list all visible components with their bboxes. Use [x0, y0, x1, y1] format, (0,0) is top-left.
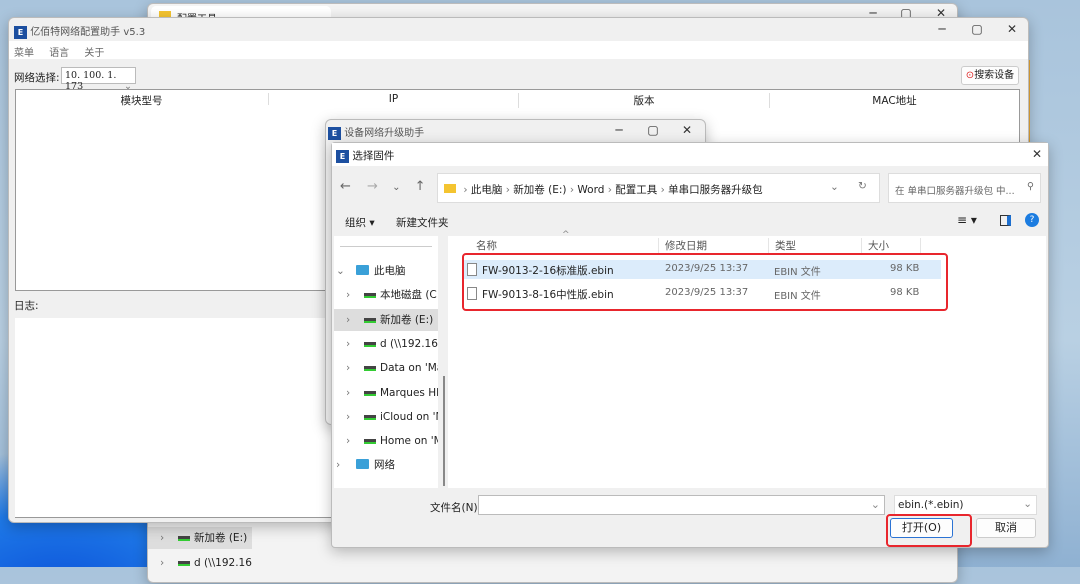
nav-item[interactable]: › 本地磁盘 (C:): [334, 284, 438, 306]
column-header-size[interactable]: 大小: [861, 238, 921, 254]
window-title: 设备网络升级助手: [344, 128, 425, 139]
network-icon: [356, 459, 369, 470]
breadcrumb-item[interactable]: Word: [577, 184, 604, 196]
drive-icon: [364, 390, 376, 396]
menu-item[interactable]: 关于: [84, 48, 104, 59]
nav-item[interactable]: › Marques HD: [334, 382, 438, 404]
log-label: 日志:: [14, 300, 39, 312]
title-bar: E 亿佰特网络配置助手 v5.3: [9, 18, 1028, 41]
drive-icon: [364, 341, 376, 347]
chevron-right-icon[interactable]: ›: [346, 309, 350, 331]
preview-pane-icon[interactable]: [1000, 215, 1011, 226]
bg-nav-item[interactable]: ›d (\\192.168.: [148, 552, 252, 574]
chevron-right-icon[interactable]: ›: [346, 382, 350, 404]
filename-label: 文件名(N):: [430, 502, 482, 514]
computer-icon: [356, 265, 369, 275]
nav-item[interactable]: › 网络: [334, 454, 438, 476]
view-menu-icon[interactable]: ≡ ▾: [957, 213, 977, 227]
drive-icon: [178, 536, 190, 541]
menu-item[interactable]: 菜单: [14, 48, 34, 59]
minimize-button[interactable]: ─: [927, 22, 957, 36]
nav-item[interactable]: › 新加卷 (E:): [334, 308, 438, 331]
column-header[interactable]: IP: [268, 93, 518, 105]
new-folder-button[interactable]: 新建文件夹: [396, 215, 449, 230]
close-button[interactable]: ✕: [672, 123, 702, 137]
column-header[interactable]: MAC地址: [769, 93, 1019, 108]
search-icon: ⚲: [1027, 181, 1034, 192]
minimize-button[interactable]: ─: [604, 123, 634, 137]
chevron-right-icon[interactable]: ›: [346, 333, 350, 355]
network-select[interactable]: 10. 100. 1. 173 ⌄: [61, 67, 136, 92]
highlight-box-open: [886, 514, 972, 547]
menu-bar: 菜单 语言 关于: [9, 41, 1028, 59]
chevron-down-icon[interactable]: ⌄: [830, 181, 839, 193]
bg-nav-pane: ›新加卷 (E:) ›d (\\192.168.: [148, 524, 266, 584]
help-icon[interactable]: ?: [1025, 213, 1039, 227]
nav-item[interactable]: ⌄ 此电脑: [334, 260, 438, 282]
close-button[interactable]: ✕: [1022, 147, 1052, 161]
chevron-right-icon[interactable]: ›: [346, 406, 350, 428]
close-button[interactable]: ✕: [997, 22, 1027, 36]
chevron-down-icon: ⌄: [1023, 498, 1032, 510]
column-header[interactable]: 版本: [518, 93, 769, 108]
maximize-button[interactable]: ▢: [638, 123, 668, 137]
column-header[interactable]: 模块型号: [16, 93, 267, 108]
file-type-select[interactable]: ebin.(*.ebin) ⌄: [894, 495, 1037, 515]
file-list-header: ^ 名称 修改日期 类型 大小: [448, 230, 1046, 254]
column-header-name[interactable]: 名称: [476, 238, 497, 253]
search-icon: ⊙: [965, 70, 975, 81]
column-header-date[interactable]: 修改日期: [658, 238, 707, 254]
bg-nav-item[interactable]: › 新加卷 (E:): [148, 527, 252, 549]
nav-item[interactable]: ›Data on 'Mac: [334, 357, 438, 379]
window-title: 亿佰特网络配置助手 v5.3: [30, 27, 146, 38]
up-icon[interactable]: ↑: [415, 179, 426, 194]
search-box[interactable]: 在 单串口服务器升级包 中... ⚲: [888, 173, 1041, 203]
nav-item[interactable]: ›d (\\192.168.7: [334, 333, 438, 355]
select-firmware-dialog: E 选择固件 ✕ ← → ⌄ ↑ › 此电脑 › 新加卷 (E:) › Word…: [331, 142, 1049, 548]
drive-icon: [178, 561, 190, 566]
table-header: 模块型号 IP 版本 MAC地址: [16, 90, 1019, 108]
nav-buttons: ← → ⌄ ↑: [340, 179, 426, 194]
cancel-button[interactable]: 取消: [976, 518, 1036, 538]
forward-icon[interactable]: →: [367, 179, 378, 194]
column-header-type[interactable]: 类型: [768, 238, 796, 254]
chevron-right-icon[interactable]: ›: [346, 357, 350, 379]
breadcrumb-item[interactable]: 单串口服务器升级包: [668, 184, 763, 196]
title-bar: E 选择固件: [332, 143, 1048, 166]
sort-asc-icon: ^: [562, 230, 570, 240]
highlight-box-files: [462, 253, 948, 311]
recent-icon[interactable]: ⌄: [392, 182, 400, 193]
menu-item[interactable]: 语言: [49, 48, 69, 59]
nav-item[interactable]: ›iCloud on 'M: [334, 406, 438, 428]
drive-icon: [364, 317, 376, 323]
drive-icon: [364, 414, 376, 420]
chevron-right-icon[interactable]: ›: [346, 284, 350, 306]
back-icon[interactable]: ←: [340, 179, 351, 194]
organize-button[interactable]: 组织 ▾: [345, 215, 375, 230]
network-label: 网络选择:: [14, 72, 60, 84]
drive-icon: [364, 293, 376, 299]
nav-scrollbar[interactable]: [443, 376, 445, 486]
chevron-right-icon[interactable]: ›: [346, 430, 350, 452]
breadcrumb-item[interactable]: 新加卷 (E:): [513, 184, 566, 196]
drive-icon: [364, 366, 376, 372]
breadcrumb-item[interactable]: 配置工具: [615, 184, 657, 196]
navigation-pane: ⌄此电脑›本地磁盘 (C:)›新加卷 (E:)›d (\\192.168.7›D…: [334, 236, 445, 488]
chevron-down-icon[interactable]: ⌄: [336, 260, 345, 282]
breadcrumb-item[interactable]: 此电脑: [471, 184, 503, 196]
chevron-down-icon[interactable]: ⌄: [871, 498, 880, 511]
nav-item[interactable]: ›Home on 'Ma: [334, 430, 438, 452]
drive-icon: [364, 439, 376, 445]
maximize-button[interactable]: ▢: [962, 22, 992, 36]
app-logo: E: [336, 149, 349, 163]
app-logo: E: [328, 126, 341, 140]
address-bar[interactable]: › 此电脑 › 新加卷 (E:) › Word › 配置工具 › 单串口服务器升…: [437, 173, 880, 203]
filename-input[interactable]: ⌄: [478, 495, 885, 515]
app-logo: E: [14, 25, 27, 39]
folder-icon: [444, 184, 456, 193]
chevron-right-icon[interactable]: ›: [336, 454, 340, 476]
search-device-button[interactable]: ⊙搜索设备: [961, 66, 1019, 85]
refresh-icon[interactable]: ↻: [858, 180, 867, 192]
dialog-title: 选择固件: [352, 150, 395, 162]
